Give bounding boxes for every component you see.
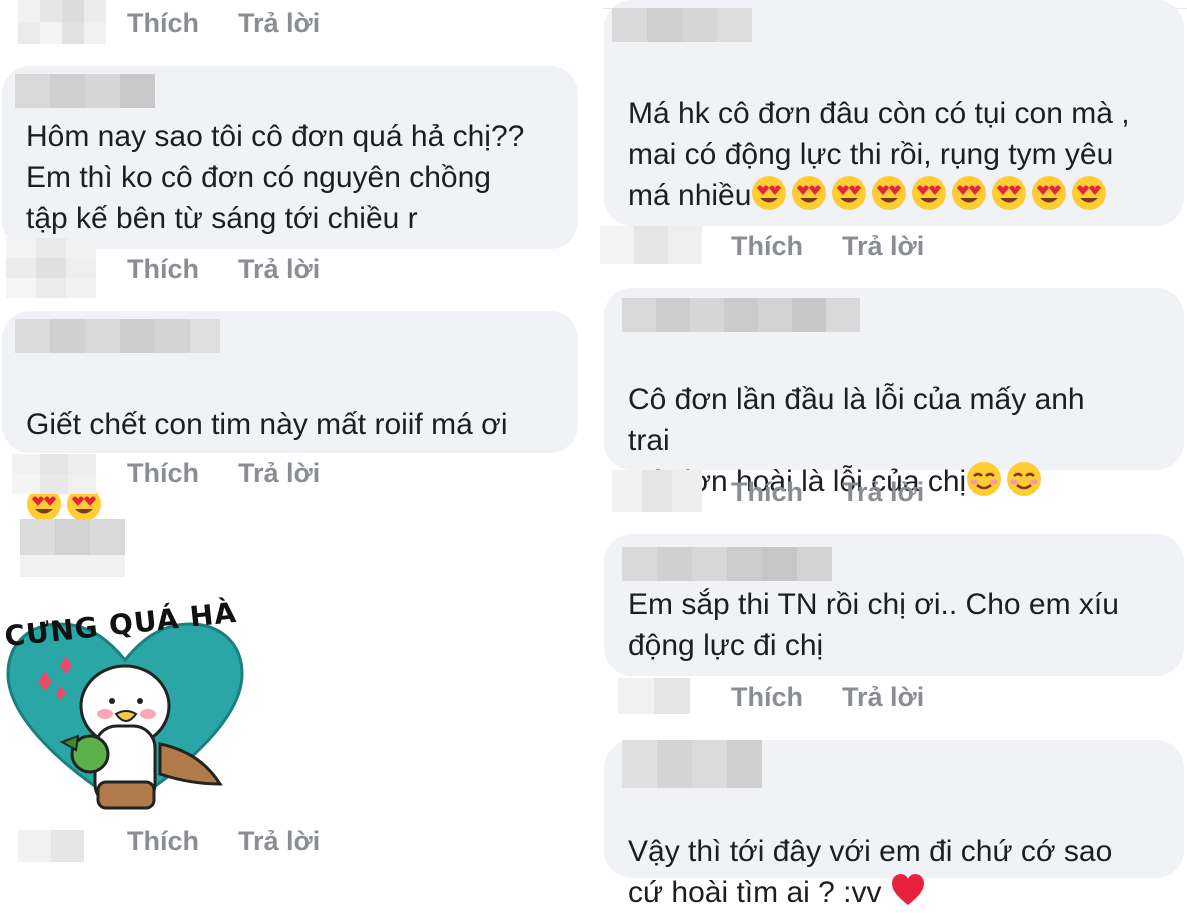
comment-bubble: Em sắp thi TN rồi chị ơi.. Cho em xíu độ… — [604, 534, 1184, 676]
like-button[interactable]: Thích — [127, 826, 199, 857]
avatar[interactable] — [612, 470, 702, 512]
comment-text: Hôm nay sao tôi cô đơn quá hả chị?? Em t… — [26, 120, 525, 235]
like-button[interactable]: Thích — [127, 458, 199, 489]
commenter-name-blurred[interactable] — [622, 547, 832, 581]
comment-bubble: Má hk cô đơn đâu còn có tụi con mà , mai… — [604, 0, 1184, 226]
avatar[interactable] — [18, 830, 84, 862]
smiling-face-emoji-icon — [966, 461, 1002, 497]
heart-eyes-emoji-icon — [1071, 175, 1107, 211]
commenter-name-blurred[interactable] — [622, 740, 762, 788]
like-button[interactable]: Thích — [731, 682, 803, 713]
heart-eyes-emoji-icon — [911, 175, 947, 211]
like-button[interactable]: Thích — [127, 8, 199, 39]
reply-button[interactable]: Trả lời — [842, 477, 924, 508]
comment-bubble: Hôm nay sao tôi cô đơn quá hả chị?? Em t… — [2, 66, 578, 249]
avatar[interactable] — [6, 238, 96, 298]
heart-eyes-emoji-icon — [951, 175, 987, 211]
avatar[interactable] — [600, 226, 702, 264]
comment-bubble: Vậy thì tới đây với em đi chứ cớ sao cứ … — [604, 740, 1184, 909]
reply-button[interactable]: Trả lời — [842, 231, 924, 262]
reply-button[interactable]: Trả lời — [238, 826, 320, 857]
reply-button[interactable]: Trả lời — [842, 682, 924, 713]
commenter-name-blurred[interactable] — [612, 8, 752, 42]
comment-text: Giết chết con tim này mất roiif má ơi — [26, 408, 508, 441]
comment-bubble: Cô đơn lần đầu là lỗi của mấy anh trai C… — [604, 288, 1184, 498]
commenter-name-blurred[interactable] — [15, 74, 155, 108]
commenter-name-blurred[interactable] — [20, 519, 125, 577]
reply-button[interactable]: Trả lời — [238, 458, 320, 489]
like-button[interactable]: Thích — [731, 477, 803, 508]
comment-bubble: Giết chết con tim này mất roiif má ơi — [2, 311, 578, 521]
like-button[interactable]: Thích — [127, 254, 199, 285]
heart-eyes-emoji-icon — [1031, 175, 1067, 211]
red-heart-emoji-icon — [890, 872, 926, 908]
avatar[interactable] — [18, 0, 106, 44]
reply-button[interactable]: Trả lời — [238, 254, 320, 285]
heart-eyes-emoji-icon — [791, 175, 827, 211]
commenter-name-blurred[interactable] — [622, 298, 860, 332]
sticker[interactable]: CƯNG QUÁ HÀ — [0, 596, 250, 816]
avatar[interactable] — [12, 454, 96, 494]
comment-text: Em sắp thi TN rồi chị ơi.. Cho em xíu độ… — [628, 588, 1119, 662]
smiling-face-emoji-icon — [1006, 461, 1042, 497]
heart-eyes-emoji-icon — [831, 175, 867, 211]
heart-eyes-emoji-icon — [871, 175, 907, 211]
heart-eyes-emoji-icon — [751, 175, 787, 211]
heart-eyes-emoji-icon — [991, 175, 1027, 211]
comment-text: Vậy thì tới đây với em đi chứ cớ sao cứ … — [628, 835, 1113, 909]
avatar[interactable] — [618, 678, 690, 714]
like-button[interactable]: Thích — [731, 231, 803, 262]
heart-eyes-emoji-row — [751, 176, 1111, 212]
commenter-name-blurred[interactable] — [15, 319, 220, 353]
reply-button[interactable]: Trả lời — [238, 8, 320, 39]
